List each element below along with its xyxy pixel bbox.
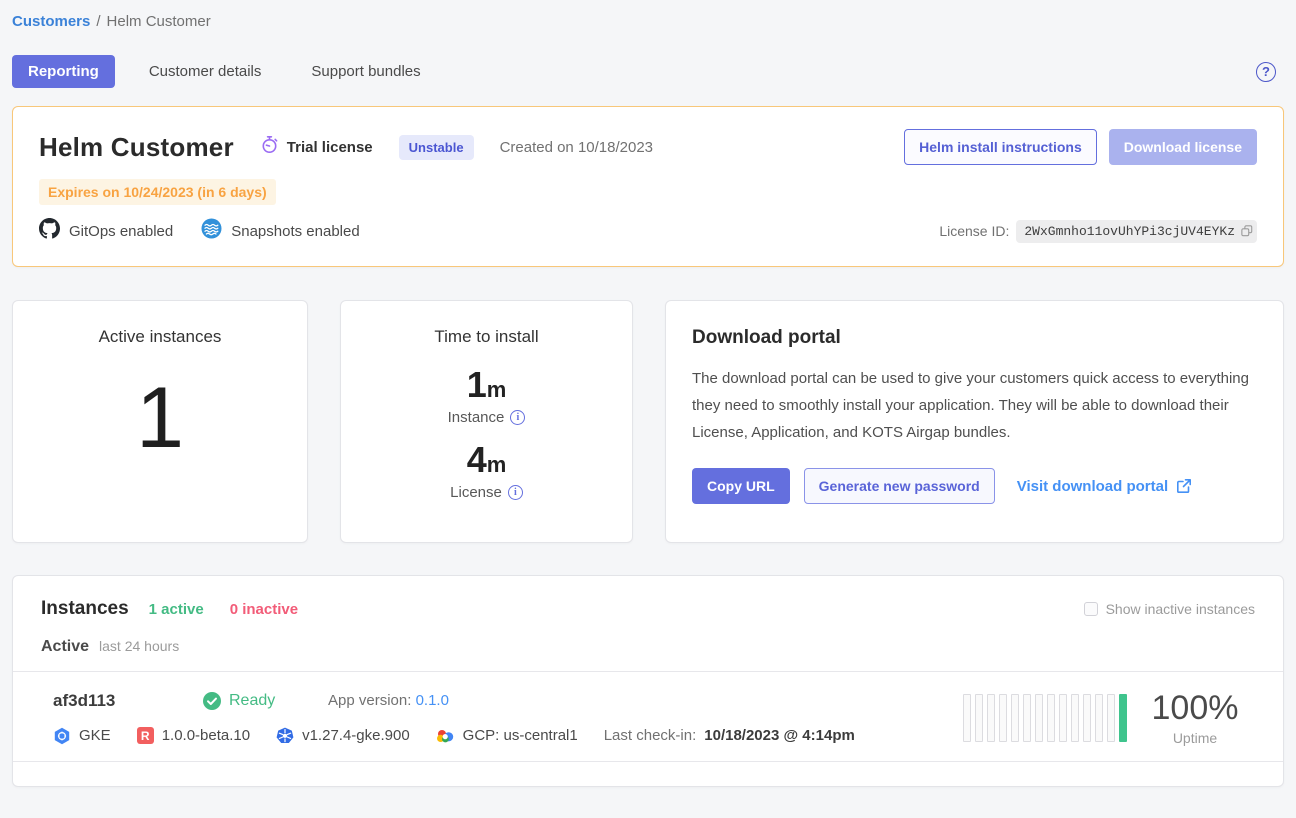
release-icon: R <box>137 727 154 744</box>
uptime-bar <box>1011 694 1019 742</box>
license-info-icon[interactable]: i <box>508 485 523 500</box>
instance-info-icon[interactable]: i <box>510 410 525 425</box>
uptime-bar <box>1083 694 1091 742</box>
customer-header-card: Helm Customer Trial license Unstable Cre… <box>12 106 1284 267</box>
uptime-bar <box>1059 694 1067 742</box>
breadcrumb-current: Helm Customer <box>107 13 211 30</box>
uptime-bar <box>1035 694 1043 742</box>
download-portal-description: The download portal can be used to give … <box>692 365 1257 446</box>
uptime-bar <box>987 694 995 742</box>
uptime-bar <box>963 694 971 742</box>
active-instances-value: 1 <box>136 375 184 461</box>
license-type-group: Trial license <box>260 135 373 159</box>
license-install-label: Licensei <box>450 484 523 501</box>
license-id-value: 2WxGmnho11ovUhYPi3cjUV4EYKz <box>1016 220 1257 243</box>
page: Customers / Helm Customer Reporting Custom… <box>0 0 1296 818</box>
instance-status: Ready <box>203 692 328 710</box>
distribution-chip: GKE <box>53 727 111 745</box>
active-section-label: Active <box>41 638 89 656</box>
license-install-time: 4m <box>467 442 507 478</box>
trial-timer-icon <box>260 135 279 159</box>
github-icon <box>39 218 60 244</box>
tab-customer-details[interactable]: Customer details <box>133 55 278 88</box>
inactive-count: 0 inactive <box>230 601 298 618</box>
uptime-bar <box>999 694 1007 742</box>
license-id-label: License ID: <box>939 223 1009 239</box>
kubernetes-icon <box>276 727 294 745</box>
instance-install-label: Instancei <box>448 409 526 426</box>
release-version-chip: R 1.0.0-beta.10 <box>137 727 250 744</box>
help-icon[interactable]: ? <box>1256 62 1276 82</box>
created-date: Created on 10/18/2023 <box>500 139 653 156</box>
uptime-bar <box>1107 694 1115 742</box>
uptime-group: 100% Uptime <box>963 689 1255 746</box>
instances-card: Instances 1 active 0 inactive Show inact… <box>12 575 1284 787</box>
active-instances-title: Active instances <box>99 327 222 347</box>
active-instances-card: Active instances 1 <box>12 300 308 543</box>
breadcrumb-customers-link[interactable]: Customers <box>12 13 90 30</box>
instance-install-time: 1m <box>467 367 507 403</box>
breadcrumb-separator: / <box>96 13 100 30</box>
time-to-install-title: Time to install <box>434 327 538 347</box>
instances-title: Instances <box>41 598 129 620</box>
uptime-bar <box>1047 694 1055 742</box>
gcp-icon <box>436 728 455 744</box>
tab-bar: Reporting Customer details Support bundl… <box>12 55 1284 88</box>
instance-row[interactable]: af3d113 Ready App version: 0.1.0 <box>13 671 1283 762</box>
expires-pill: Expires on 10/24/2023 (in 6 days) <box>39 179 276 205</box>
snapshots-feature: Snapshots enabled <box>201 218 359 244</box>
visit-download-portal-link[interactable]: Visit download portal <box>1017 478 1192 495</box>
show-inactive-label: Show inactive instances <box>1106 601 1255 617</box>
uptime-bar <box>1095 694 1103 742</box>
uptime-bar <box>975 694 983 742</box>
active-count: 1 active <box>149 601 204 618</box>
license-id-group: License ID: 2WxGmnho11ovUhYPi3cjUV4EYKz <box>939 220 1257 243</box>
stats-row: Active instances 1 Time to install 1m In… <box>12 300 1284 543</box>
show-inactive-checkbox[interactable] <box>1084 602 1098 616</box>
last-checkin: Last check-in: 10/18/2023 @ 4:14pm <box>604 727 855 744</box>
gitops-feature: GitOps enabled <box>39 218 173 244</box>
app-version: App version: 0.1.0 <box>328 692 449 709</box>
tab-reporting[interactable]: Reporting <box>12 55 115 88</box>
copy-url-button[interactable]: Copy URL <box>692 468 790 504</box>
uptime-bar <box>1071 694 1079 742</box>
download-portal-title: Download portal <box>692 327 1257 349</box>
generate-password-button[interactable]: Generate new password <box>804 468 995 504</box>
tab-support-bundles[interactable]: Support bundles <box>295 55 436 88</box>
show-inactive-toggle[interactable]: Show inactive instances <box>1084 601 1255 617</box>
time-to-install-card: Time to install 1m Instancei 4m Licensei <box>340 300 633 543</box>
active-section-range: last 24 hours <box>99 638 179 654</box>
uptime-label: Uptime <box>1135 730 1255 746</box>
copy-license-icon[interactable] <box>1241 225 1253 241</box>
uptime-bar <box>1023 694 1031 742</box>
ready-check-icon <box>203 692 221 710</box>
app-version-link[interactable]: 0.1.0 <box>416 692 449 709</box>
external-link-icon <box>1176 478 1192 494</box>
gke-icon <box>53 727 71 745</box>
uptime-bar-chart <box>963 694 1127 742</box>
snapshots-label: Snapshots enabled <box>231 223 359 240</box>
breadcrumb: Customers / Helm Customer <box>12 0 1284 30</box>
helm-install-instructions-button[interactable]: Helm install instructions <box>904 129 1097 165</box>
download-portal-card: Download portal The download portal can … <box>665 300 1284 543</box>
snapshots-icon <box>201 218 222 244</box>
instance-id[interactable]: af3d113 <box>53 691 203 711</box>
uptime-percentage: 100% <box>1135 689 1255 728</box>
k8s-version-chip: v1.27.4-gke.900 <box>276 727 410 745</box>
license-type-label: Trial license <box>287 139 373 156</box>
customer-title: Helm Customer <box>39 132 234 163</box>
region-chip: GCP: us-central1 <box>436 727 578 744</box>
gitops-label: GitOps enabled <box>69 223 173 240</box>
download-license-button[interactable]: Download license <box>1109 129 1257 165</box>
channel-badge: Unstable <box>399 135 474 160</box>
uptime-bar <box>1119 694 1127 742</box>
